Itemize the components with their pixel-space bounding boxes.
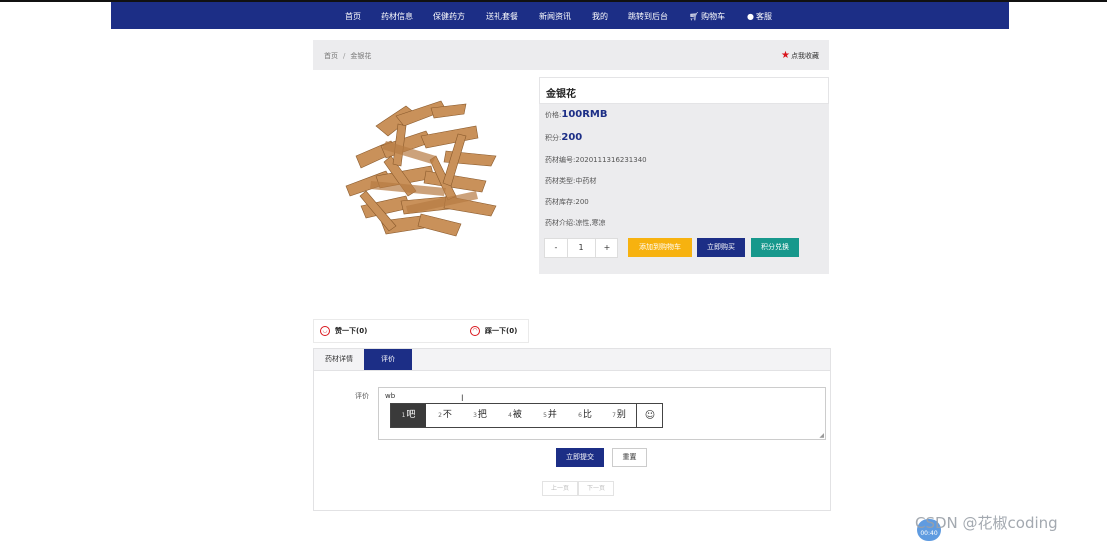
ime-candidate[interactable]: 5并 (533, 404, 567, 427)
star-icon: ★ (781, 50, 790, 61)
submit-review-button[interactable]: 立即提交 (556, 448, 604, 467)
points-row: 积分:200 (545, 132, 582, 143)
reset-button[interactable]: 重置 (612, 448, 647, 467)
ime-candidate[interactable]: 3把 (463, 404, 497, 427)
ime-candidate-text: 吧 (406, 410, 416, 420)
type-row: 药材类型:中药材 (545, 176, 596, 186)
chat-icon: ● (747, 12, 754, 21)
buy-now-button[interactable]: 立即购买 (697, 238, 745, 257)
review-text: wb (385, 392, 396, 400)
vote-bar: ◡ 赞一下(0) ◠ 踩一下(0) (313, 319, 529, 343)
stock-value: 200 (575, 198, 589, 206)
nav-home[interactable]: 首页 (345, 11, 361, 22)
like-button[interactable]: ◡ 赞一下(0) (320, 326, 367, 336)
main-navbar: 首页 药材信息 保健药方 送礼套餐 新闻资讯 我的 跳转到后台 🛒︎ 购物车 ● 客… (111, 2, 1009, 29)
code-value: 2020111316231340 (575, 156, 647, 164)
ime-candidate-text: 别 (616, 410, 626, 420)
ime-candidate-number: 3 (473, 412, 477, 419)
breadcrumb-bar: 首页 / 金银花 ★点我收藏 (313, 40, 829, 70)
tab-detail[interactable]: 药材详情 (314, 349, 364, 370)
product-info-panel: 金银花 价格:100RMB 积分:200 药材编号:20201113162313… (539, 77, 829, 274)
emoji-icon[interactable]: ☺ (636, 404, 663, 427)
quantity-input[interactable]: 1 (568, 239, 594, 257)
intro-row: 药材介绍:凉性,寒凉 (545, 218, 606, 228)
dislike-label: 踩一下(0) (485, 327, 518, 335)
ime-candidate-text: 比 (582, 410, 592, 420)
frown-icon: ◠ (470, 326, 480, 336)
breadcrumb-separator: / (343, 52, 346, 60)
ime-candidate[interactable]: 6比 (568, 404, 602, 427)
cart-icon: 🛒︎ (689, 12, 700, 21)
smile-icon: ◡ (320, 326, 330, 336)
prev-page-button[interactable]: 上一页 (542, 481, 578, 496)
favorite-label: 点我收藏 (791, 52, 819, 60)
add-to-cart-button[interactable]: 添加到购物车 (628, 238, 692, 257)
breadcrumb: 首页 / 金银花 (324, 51, 371, 61)
stock-row: 药材库存:200 (545, 197, 589, 207)
ime-candidate-bar: 1吧 2不 3把 4被 5并 6比 7别 ☺ (390, 403, 663, 428)
code-row: 药材编号:2020111316231340 (545, 155, 647, 165)
nav-service[interactable]: ● 客服 (747, 11, 772, 22)
nav-cart-label: 购物车 (701, 12, 726, 21)
intro-label: 药材介绍: (545, 219, 576, 227)
ime-candidate-number: 5 (543, 412, 547, 419)
tab-review[interactable]: 评价 (364, 349, 412, 370)
nav-cart[interactable]: 🛒︎ 购物车 (689, 11, 725, 22)
tabs-box: 药材详情 评价 评价 wb I ◢ 1吧 2不 3把 4被 5并 6比 7别 ☺… (313, 348, 831, 511)
resize-grip-icon[interactable]: ◢ (819, 432, 824, 439)
type-value: 中药材 (575, 177, 597, 185)
ime-candidate[interactable]: 2不 (428, 404, 462, 427)
ime-candidate-number: 4 (508, 412, 512, 419)
breadcrumb-current: 金银花 (350, 52, 372, 60)
ime-candidate-number: 2 (438, 412, 442, 419)
nav-health-recipes[interactable]: 保健药方 (433, 11, 465, 22)
ime-candidate[interactable]: 7别 (602, 404, 636, 427)
nav-service-label: 客服 (755, 12, 772, 21)
dislike-button[interactable]: ◠ 踩一下(0) (470, 326, 517, 336)
product-image (345, 100, 497, 237)
ime-candidate[interactable]: 4被 (498, 404, 532, 427)
price-label: 价格: (545, 111, 562, 119)
breadcrumb-home[interactable]: 首页 (324, 52, 338, 60)
ime-candidate-text: 把 (477, 410, 487, 420)
code-label: 药材编号: (545, 156, 576, 164)
type-label: 药材类型: (545, 177, 576, 185)
next-page-button[interactable]: 下一页 (578, 481, 614, 496)
ime-candidate-text: 不 (442, 410, 452, 420)
quantity-minus-button[interactable]: - (545, 239, 568, 257)
points-label: 积分: (545, 134, 562, 142)
nav-herb-info[interactable]: 药材信息 (381, 11, 413, 22)
ime-candidate[interactable]: 1吧 (391, 404, 426, 427)
ime-candidate-text: 被 (512, 410, 522, 420)
watermark-text: CSDN @花椒coding (915, 514, 1058, 532)
intro-value: 凉性,寒凉 (575, 219, 606, 227)
nav-admin[interactable]: 跳转到后台 (628, 11, 668, 22)
ime-candidate-number: 7 (612, 412, 616, 419)
stock-label: 药材库存: (545, 198, 576, 206)
nav-news[interactable]: 新闻资讯 (539, 11, 571, 22)
quantity-stepper: - 1 + (544, 238, 618, 258)
ime-candidate-number: 1 (401, 412, 406, 419)
points-value: 200 (561, 132, 583, 143)
product-title: 金银花 (539, 77, 829, 104)
quantity-plus-button[interactable]: + (595, 239, 618, 257)
ime-candidate-number: 6 (578, 412, 582, 419)
price-value: 100RMB (561, 109, 608, 120)
tabs-header: 药材详情 评价 (314, 349, 830, 371)
ime-candidate-text: 并 (547, 410, 557, 420)
review-label: 评价 (355, 392, 369, 400)
price-row: 价格:100RMB (545, 109, 608, 120)
nav-gift-packages[interactable]: 送礼套餐 (486, 11, 518, 22)
nav-mine[interactable]: 我的 (592, 11, 608, 22)
like-label: 赞一下(0) (335, 327, 368, 335)
favorite-button[interactable]: ★点我收藏 (781, 50, 819, 61)
points-redeem-button[interactable]: 积分兑换 (751, 238, 799, 257)
product-title-text: 金银花 (546, 89, 576, 100)
